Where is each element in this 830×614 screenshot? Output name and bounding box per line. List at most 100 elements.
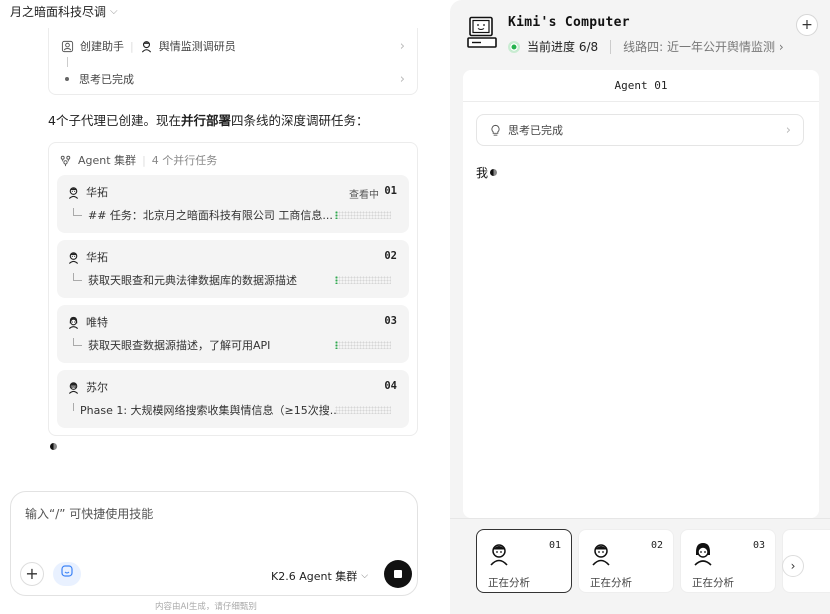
task-description-text: 获取天眼查和元典法律数据库的数据源描述 (88, 274, 297, 287)
lightbulb-icon (491, 124, 500, 136)
thinking-done-label: 思考已完成 (79, 73, 134, 86)
task-card-04[interactable]: 苏尔 04 Phase 1: 大规模网络搜索收集舆情信息（≥15次搜... (57, 370, 409, 428)
create-assistant-label: 创建助手 (80, 40, 124, 53)
thinking-card: 创建助手 | 舆情监测调研员 › 思考已完成 › (48, 28, 418, 95)
swarm-title: Agent 集群 (78, 154, 137, 167)
avatar-icon (141, 40, 151, 52)
connector-line (67, 57, 68, 67)
message-composer: 输入“/” 可快捷使用技能 + K2.6 Agent 集群 ⌵ (10, 491, 418, 596)
computer-title: Kimi's Computer (508, 15, 630, 30)
task-agent: 华拓 (67, 249, 108, 265)
task-agent-name: 唯特 (86, 316, 108, 329)
create-assistant-row[interactable]: 创建助手 | 舆情监测调研员 › (61, 36, 405, 56)
computer-panel: Kimi's Computer 当前进度 6/8 线路四: 近一年公开舆情监测 … (450, 0, 830, 614)
task-agent-name: 华拓 (86, 251, 108, 264)
task-progress-fill (335, 276, 338, 284)
dot-icon (65, 77, 69, 81)
add-button[interactable]: + (796, 14, 818, 36)
composer-input[interactable]: 输入“/” 可快捷使用技能 (25, 505, 153, 522)
task-progress (335, 276, 391, 284)
computer-icon (467, 16, 497, 48)
route-label[interactable]: 线路四: 近一年公开舆情监测 (623, 38, 775, 55)
task-agent: 唯特 (67, 314, 108, 330)
agent-swarm-card: Agent 集群 | 4 个并行任务 华拓 查看中 01 ## 任务：北京月之暗… (48, 142, 418, 436)
task-number: 01 (384, 185, 397, 197)
person-badge-icon (61, 40, 74, 52)
agent-status: 正在分析 (488, 577, 530, 589)
assistant-message: 4个子代理已创建。现在并行部署四条线的深度调研任务： (48, 110, 369, 129)
thinking-pill[interactable]: 思考已完成 › (476, 114, 804, 146)
avatar-icon (68, 251, 79, 264)
divider: | (142, 153, 146, 167)
arrow-right-icon: › (775, 39, 784, 54)
arrow-right-icon[interactable]: › (782, 555, 804, 577)
chat-title[interactable]: 月之暗面科技尽调 ⌵ (10, 3, 118, 20)
chevron-down-icon: ⌵ (361, 571, 369, 581)
task-progress-fill (335, 341, 338, 349)
task-number: 04 (384, 380, 397, 392)
swarm-icon (60, 155, 71, 166)
divider: | (130, 39, 134, 53)
thinking-done-row[interactable]: 思考已完成 › (61, 69, 405, 89)
viewing-badge: 查看中 (349, 190, 379, 201)
task-progress-fill (335, 211, 338, 219)
agent-card-01[interactable]: 01 正在分析 (476, 529, 572, 593)
avatar-icon (592, 544, 610, 566)
typing-indicator (50, 443, 57, 450)
avatar-icon (490, 544, 508, 566)
task-card-01[interactable]: 华拓 查看中 01 ## 任务：北京月之暗面科技有限公司 工商信息... (57, 175, 409, 233)
thinking-label: 思考已完成 (508, 124, 563, 137)
summary-suffix: 四条线的深度调研任务： (230, 113, 369, 128)
summary-prefix: 4个子代理已创建。现在 (48, 113, 181, 128)
arrow-right-icon: › (399, 71, 405, 87)
stream-text: 我 (476, 166, 489, 180)
task-description-text: 获取天眼查数据源描述，了解可用API (88, 339, 271, 352)
ai-disclaimer: 内容由AI生成，请仔细甄别 (155, 602, 257, 612)
task-agent-name: 苏尔 (86, 381, 108, 394)
agent-screen: Agent 01 思考已完成 › 我 (463, 70, 819, 518)
screen-title: Agent 01 (463, 70, 819, 102)
model-label: K2.6 Agent 集群 (271, 570, 358, 583)
summary-bold: 并行部署 (180, 113, 231, 128)
task-agent: 华拓 (67, 184, 108, 200)
task-description-text: Phase 1: 大规模网络搜索收集舆情信息（≥15次搜... (80, 404, 338, 417)
status-dot-icon (508, 40, 520, 53)
avatar-icon (68, 186, 79, 199)
stream-output: 我 (476, 164, 498, 181)
assistant-agent-name: 舆情监测调研员 (158, 40, 236, 53)
smile-icon (61, 565, 73, 577)
stop-icon[interactable] (384, 560, 412, 588)
swarm-header: Agent 集群 | 4 个并行任务 (59, 152, 217, 168)
plus-icon[interactable]: + (20, 562, 44, 586)
task-number: 02 (384, 250, 397, 262)
task-agent-name: 华拓 (86, 186, 108, 199)
typing-cursor (490, 169, 498, 176)
agent-card-03[interactable]: 03 正在分析 (680, 529, 776, 593)
arrow-right-icon: › (399, 38, 405, 54)
task-agent: 苏尔 (67, 379, 108, 395)
arrow-right-icon: › (785, 122, 791, 138)
task-description: Phase 1: 大规模网络搜索收集舆情信息（≥15次搜... (73, 402, 338, 418)
chat-title-text: 月之暗面科技尽调 (10, 5, 107, 19)
agent-status: 正在分析 (692, 577, 734, 589)
chat-pane: 月之暗面科技尽调 ⌵ 创建助手 | 舆情监测调研员 › 思考已完成 › 4个子代… (0, 0, 440, 614)
agent-number: 01 (548, 540, 561, 551)
task-card-02[interactable]: 华拓 02 获取天眼查和元典法律数据库的数据源描述 (57, 240, 409, 298)
agent-tray: 01 正在分析 02 正在分析 03 正在分析 › (450, 518, 830, 614)
task-description: 获取天眼查数据源描述，了解可用API (73, 337, 338, 353)
task-description: ## 任务：北京月之暗面科技有限公司 工商信息... (73, 207, 338, 223)
agent-number: 02 (650, 540, 663, 551)
swarm-task-count: 4 个并行任务 (151, 154, 218, 167)
avatar-icon (68, 316, 79, 329)
model-selector[interactable]: K2.6 Agent 集群 ⌵ (271, 568, 368, 584)
chevron-down-icon: ⌵ (110, 6, 118, 17)
task-description-text: ## 任务：北京月之暗面科技有限公司 工商信息... (88, 209, 333, 222)
agent-card-02[interactable]: 02 正在分析 (578, 529, 674, 593)
avatar-icon (694, 543, 712, 566)
task-card-03[interactable]: 唯特 03 获取天眼查数据源描述，了解可用API (57, 305, 409, 363)
agent-status: 正在分析 (590, 577, 632, 589)
skill-icon[interactable] (53, 562, 81, 586)
task-progress (335, 406, 391, 414)
task-progress (335, 341, 391, 349)
task-number: 03 (384, 315, 397, 327)
